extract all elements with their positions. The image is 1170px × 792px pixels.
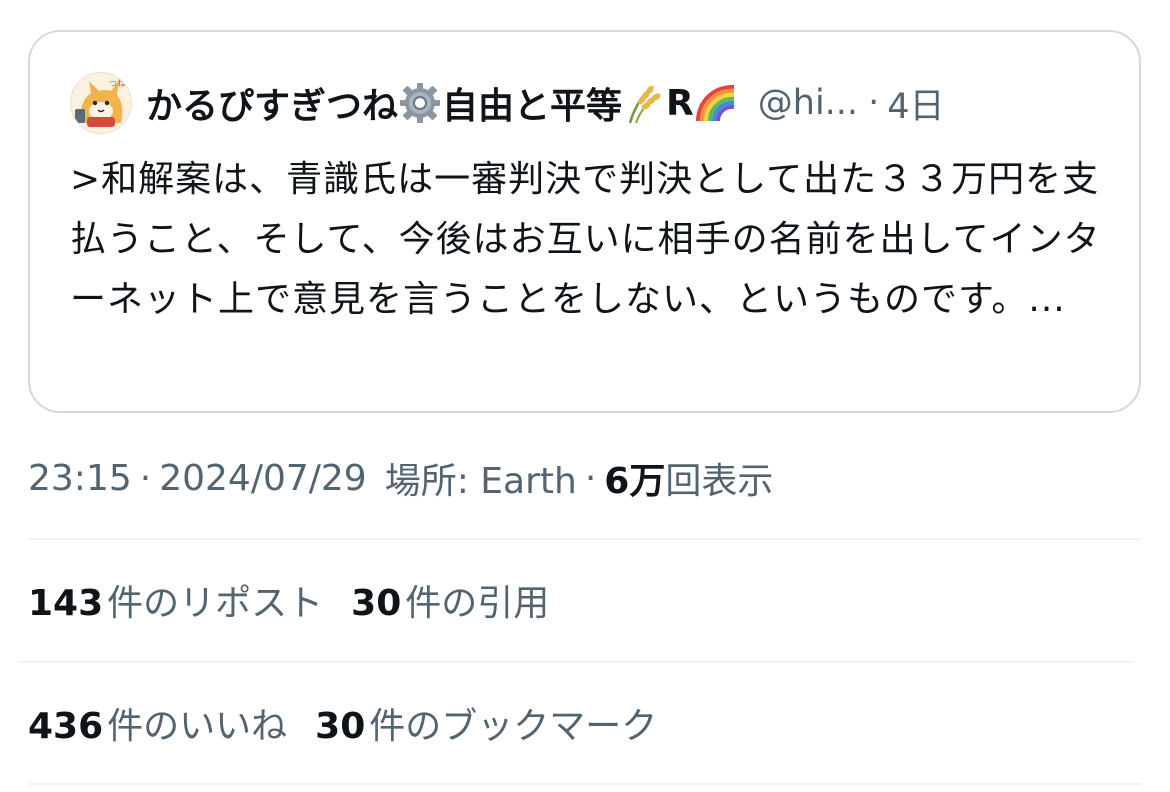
separator-dot: · — [868, 83, 880, 123]
divider — [18, 661, 1134, 663]
tweet-meta: 23:15 · 2024/07/29 場所: Earth · 6万 回表示 — [28, 448, 773, 508]
reposts-link[interactable]: 143 件のリポスト — [28, 574, 323, 626]
author-name-part3: R — [666, 82, 694, 124]
likes-label: 件のいいね — [107, 706, 288, 747]
divider — [28, 538, 1141, 540]
rice-icon — [628, 85, 661, 124]
bookmarks-label: 件のブックマーク — [369, 706, 658, 747]
likes-link[interactable]: 436 件のいいね — [28, 697, 287, 749]
quoted-tweet-card[interactable]: つね かるぴすぎつね 自由と平等 R @hi... · 4日 >和解案は、青識氏… — [28, 30, 1141, 413]
views-label: 回表示 — [665, 461, 774, 502]
tweet-date[interactable]: 2024/07/29 — [159, 458, 367, 499]
author-name-part2: 自由と平等 — [442, 86, 623, 127]
gear-icon — [400, 83, 441, 123]
rainbow-icon — [695, 84, 735, 122]
tweet-time[interactable]: 23:15 — [28, 458, 132, 499]
divider — [28, 783, 1141, 785]
tweet-location: 場所: Earth — [384, 461, 577, 502]
reposts-label: 件のリポスト — [107, 583, 324, 624]
quoted-author-handle[interactable]: @hi... — [758, 83, 858, 123]
quoted-tweet-time[interactable]: 4日 — [887, 78, 944, 129]
views-count: 6万 — [604, 461, 666, 502]
quotes-label: 件の引用 — [405, 583, 550, 624]
engagement-row-likes: 436 件のいいね 30 件のブックマーク — [28, 688, 685, 758]
quotes-link[interactable]: 30 件の引用 — [351, 574, 549, 626]
avatar[interactable]: つね — [70, 72, 132, 134]
svg-text:つね: つね — [109, 79, 125, 88]
separator-dot: · — [139, 457, 152, 499]
quoted-tweet-text: >和解案は、青識氏は一審判決で判決として出た３３万円を支払うこと、そして、今後は… — [70, 159, 1101, 320]
author-name-part1: かるぴすぎつね — [146, 86, 399, 127]
quoted-tweet-header: つね かるぴすぎつね 自由と平等 R @hi... · 4日 — [70, 70, 944, 136]
reposts-count: 143 — [28, 583, 104, 624]
bookmarks-link[interactable]: 30 件のブックマーク — [315, 697, 657, 749]
likes-count: 436 — [28, 706, 104, 747]
engagement-row-reposts: 143 件のリポスト 30 件の引用 — [28, 565, 577, 635]
quotes-count: 30 — [351, 583, 402, 624]
separator-dot: · — [584, 457, 597, 499]
quoted-author-name[interactable]: かるぴすぎつね 自由と平等 R — [146, 77, 738, 129]
fox-avatar-icon: つね — [71, 73, 131, 133]
bookmarks-count: 30 — [315, 706, 366, 747]
